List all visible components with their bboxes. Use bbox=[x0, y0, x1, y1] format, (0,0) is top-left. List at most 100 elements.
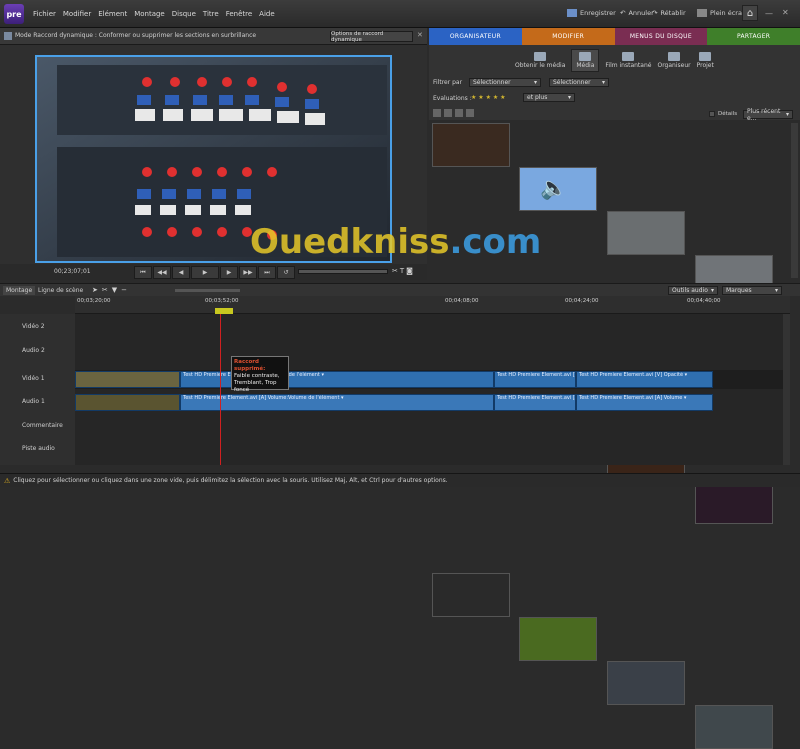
track-label-audio-1: Audio 1 bbox=[22, 398, 45, 405]
watermark: Ouedkniss.com bbox=[250, 222, 542, 262]
audio-clip[interactable]: Test HD Premiere Element.avi [A] Volume:… bbox=[180, 394, 494, 411]
audio-tools-select[interactable]: Outils audio ▾ bbox=[668, 286, 718, 295]
zoom-slider[interactable] bbox=[175, 289, 240, 292]
close-panel-icon[interactable]: ✕ bbox=[417, 31, 423, 39]
media-thumb[interactable] bbox=[432, 573, 510, 617]
text-icon[interactable]: T bbox=[400, 267, 404, 275]
chevron-down-icon: ▾ bbox=[710, 287, 714, 294]
video-clip[interactable]: Test HD Premiere Element.avi [V] Opacité… bbox=[180, 371, 494, 388]
video-clip[interactable]: Test HD Premiere Element.avi [V] Opacité… bbox=[494, 371, 576, 388]
media-thumb-audio[interactable]: 🔈 bbox=[519, 167, 597, 211]
filter-select-1[interactable]: Sélectionner ▾ bbox=[469, 78, 541, 87]
menu-file[interactable]: Fichier bbox=[33, 10, 56, 18]
video-clip[interactable]: Test HD Premiere Element.avi [V] Opacité… bbox=[576, 371, 713, 388]
media-button[interactable]: Média bbox=[571, 48, 600, 72]
media-thumb[interactable] bbox=[607, 211, 685, 255]
video-clip[interactable] bbox=[75, 371, 180, 388]
frame-back-icon[interactable]: ◀ bbox=[172, 266, 190, 279]
play-icon[interactable]: ▶ bbox=[191, 266, 219, 279]
timeline-ruler[interactable]: 00;03;20;00 00;03;52;00 00;04;08;00 00;0… bbox=[75, 296, 790, 314]
menu-window[interactable]: Fenêtre bbox=[226, 10, 252, 18]
tab-share[interactable]: PARTAGER bbox=[707, 28, 800, 45]
track-label-soundtrack: Piste audio bbox=[22, 445, 55, 452]
marker-icon[interactable]: ▼ bbox=[112, 286, 117, 294]
close-icon[interactable]: ✕ bbox=[782, 8, 789, 17]
minimize-icon[interactable]: — bbox=[765, 9, 773, 18]
audio-clip[interactable]: Test HD Premiere Element.avi [A] Volume … bbox=[576, 394, 713, 411]
timeline-scrollbar[interactable] bbox=[783, 314, 790, 465]
arrow-tool-icon[interactable]: ➤ bbox=[92, 286, 98, 294]
media-icon bbox=[579, 51, 592, 61]
go-to-start-icon[interactable]: ⏮ bbox=[134, 266, 152, 279]
sort-select[interactable]: Plus récent e... ▾ bbox=[743, 108, 793, 122]
redo-button[interactable]: ↷ Rétablir bbox=[652, 9, 686, 17]
save-button[interactable]: Enregistrer bbox=[567, 9, 616, 17]
warning-icon: ⚠ bbox=[4, 476, 11, 485]
media-thumb[interactable] bbox=[695, 705, 773, 749]
view-icon-4[interactable] bbox=[466, 109, 474, 117]
tab-organizer[interactable]: ORGANISATEUR bbox=[429, 28, 522, 45]
menu-title[interactable]: Titre bbox=[203, 10, 219, 18]
view-icon-2[interactable] bbox=[444, 109, 452, 117]
undo-icon: ↶ bbox=[620, 9, 626, 17]
filter-select-2[interactable]: Sélectionner ▾ bbox=[549, 78, 609, 87]
details-checkbox[interactable] bbox=[709, 111, 715, 117]
scissors-icon[interactable]: ✂ bbox=[392, 267, 398, 275]
project-button[interactable]: Projet bbox=[697, 51, 714, 69]
fullscreen-icon bbox=[697, 9, 707, 17]
tab-sceneline[interactable]: Ligne de scène bbox=[38, 287, 83, 294]
markers-select[interactable]: Marques ▾ bbox=[722, 286, 782, 295]
menu-edit[interactable]: Modifier bbox=[63, 10, 91, 18]
frame-forward-icon[interactable]: ▶ bbox=[220, 266, 238, 279]
timeline-header: Montage Ligne de scène ➤ ✂ ▼ − Outils au… bbox=[0, 283, 800, 296]
zoom-out-icon[interactable]: − bbox=[121, 286, 127, 294]
project-icon bbox=[699, 51, 712, 61]
media-thumb[interactable] bbox=[519, 617, 597, 661]
tooltip-body: Faible contraste, Tremblant, Trop foncé bbox=[234, 373, 280, 393]
loop-icon[interactable]: ↺ bbox=[277, 266, 295, 279]
ruler-tick: 00;04;24;00 bbox=[565, 298, 599, 304]
media-thumb[interactable] bbox=[432, 123, 510, 167]
smart-trim-options-button[interactable]: Options de raccord dynamique bbox=[330, 31, 413, 43]
audio-clip[interactable] bbox=[75, 394, 180, 411]
step-back-icon[interactable]: ◀◀ bbox=[153, 266, 171, 279]
tooltip-title: Raccord supprimé: bbox=[234, 359, 266, 372]
media-thumb[interactable] bbox=[607, 661, 685, 705]
go-to-end-icon[interactable]: ⏭ bbox=[258, 266, 276, 279]
tab-edit[interactable]: MODIFIER bbox=[521, 28, 615, 45]
save-icon bbox=[567, 9, 577, 17]
menu-help[interactable]: Aide bbox=[259, 10, 274, 18]
view-icon-3[interactable] bbox=[455, 109, 463, 117]
track-headers: Vidéo 2 Audio 2 Vidéo 1 Audio 1 Commenta… bbox=[0, 314, 75, 465]
menu-bar: pre Fichier Modifier Elément Montage Dis… bbox=[0, 0, 800, 28]
shuttle-slider[interactable] bbox=[298, 269, 388, 274]
menu-disc[interactable]: Disque bbox=[172, 10, 196, 18]
track-area[interactable]: Test HD Premiere Element.avi [V] Opacité… bbox=[75, 314, 790, 465]
view-icon-1[interactable] bbox=[433, 109, 441, 117]
media-scrollbar[interactable] bbox=[791, 123, 798, 278]
tab-timeline[interactable]: Montage bbox=[3, 286, 36, 295]
track-label-video-2: Vidéo 2 bbox=[22, 323, 45, 330]
ratings-select[interactable]: et plus ▾ bbox=[523, 93, 575, 102]
transport-controls: ⏮ ◀◀ ◀ ▶ ▶ ▶▶ ⏭ ↺ bbox=[134, 266, 296, 279]
instant-movie-button[interactable]: Film instantané bbox=[605, 51, 651, 69]
camera-icon[interactable]: ◙ bbox=[406, 267, 413, 275]
timecode: 00;23;07;01 bbox=[54, 268, 91, 275]
undo-button[interactable]: ↶ Annuler bbox=[620, 9, 654, 17]
get-media-button[interactable]: Obtenir le média bbox=[515, 51, 565, 69]
menu-clip[interactable]: Elément bbox=[98, 10, 127, 18]
tab-disc-menus[interactable]: MENUS DU DISQUE bbox=[614, 28, 708, 45]
menu-timeline[interactable]: Montage bbox=[134, 10, 165, 18]
step-forward-icon[interactable]: ▶▶ bbox=[239, 266, 257, 279]
home-icon[interactable]: ⌂ bbox=[742, 5, 758, 21]
track-label-audio-2: Audio 2 bbox=[22, 347, 45, 354]
smartfix-icon bbox=[4, 32, 12, 40]
organizer-button[interactable]: Organiseur bbox=[657, 51, 691, 69]
rating-stars[interactable]: ★ ★ ★ ★ ★ bbox=[471, 94, 506, 101]
fullscreen-button[interactable]: Plein écran bbox=[697, 9, 746, 17]
ruler-tick: 00;03;20;00 bbox=[77, 298, 111, 304]
track-label-video-1: Vidéo 1 bbox=[22, 375, 45, 382]
audio-clip[interactable]: Test HD Premiere Element.avi [A] Volume … bbox=[494, 394, 576, 411]
razor-tool-icon[interactable]: ✂ bbox=[102, 286, 108, 294]
timeline-tools: ➤ ✂ ▼ − bbox=[92, 286, 127, 294]
